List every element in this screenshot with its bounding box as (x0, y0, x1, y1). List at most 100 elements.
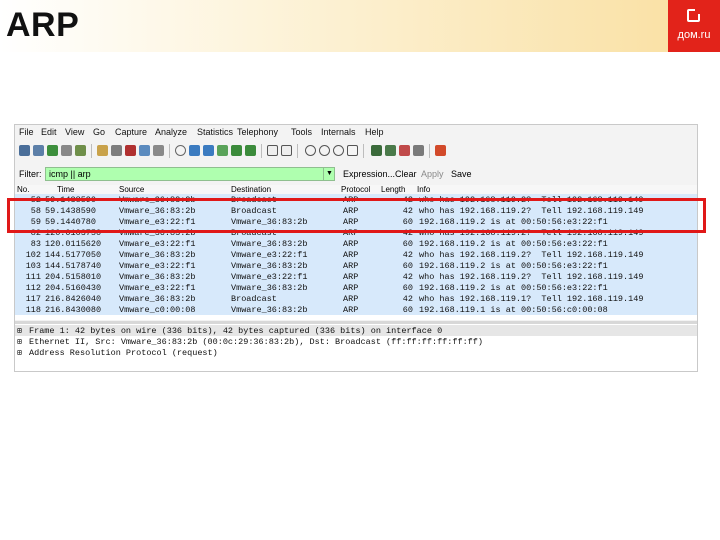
packet-no: 83 (30, 239, 41, 249)
menu-help[interactable]: Help (365, 127, 384, 137)
packet-time: 216.8426040 (45, 294, 102, 304)
apply-button[interactable]: Apply (421, 169, 444, 179)
options-icon[interactable] (33, 145, 44, 156)
menu-view[interactable]: View (65, 127, 84, 137)
packet-protocol: ARP (343, 305, 359, 315)
zoom-in-icon[interactable] (305, 145, 316, 156)
toolbar-separator (261, 144, 262, 158)
zoom-normal-icon[interactable] (333, 145, 344, 156)
stop-capture-icon[interactable] (61, 145, 72, 156)
reload-icon[interactable] (139, 145, 150, 156)
packet-protocol: ARP (343, 250, 359, 260)
expand-icon[interactable]: ⊞ (17, 326, 22, 336)
packet-source: Vmware_e3:22:f1 (119, 261, 196, 271)
menu-go[interactable]: Go (93, 127, 105, 137)
detail-row-ethernet[interactable]: ⊞ Ethernet II, Src: Vmware_36:83:2b (00:… (15, 336, 697, 347)
menu-file[interactable]: File (19, 127, 34, 137)
menu-internals[interactable]: Internals (321, 127, 356, 137)
start-capture-icon[interactable] (47, 145, 58, 156)
column-source[interactable]: Source (119, 185, 144, 194)
zoom-out-icon[interactable] (319, 145, 330, 156)
go-back-icon[interactable] (189, 145, 200, 156)
coloring-rules-icon[interactable] (399, 145, 410, 156)
packet-no: 103 (25, 261, 41, 271)
menu-tools[interactable]: Tools (291, 127, 312, 137)
packet-protocol: ARP (343, 261, 359, 271)
filter-dropdown-arrow-icon[interactable]: ▼ (323, 167, 335, 181)
capture-filters-icon[interactable] (371, 145, 382, 156)
brand-logo: дом.ru (668, 0, 720, 52)
packet-row[interactable]: 112 204.5160430 Vmware_e3:22:f1 Vmware_3… (15, 282, 697, 293)
column-destination[interactable]: Destination (231, 185, 271, 194)
restart-capture-icon[interactable] (75, 145, 86, 156)
toolbar-separator (297, 144, 298, 158)
close-file-icon[interactable] (125, 145, 136, 156)
auto-scroll-icon[interactable] (281, 145, 292, 156)
menu-capture[interactable]: Capture (115, 127, 147, 137)
packet-no: 112 (25, 283, 41, 293)
first-packet-icon[interactable] (231, 145, 242, 156)
menu-statistics[interactable]: Statistics (197, 127, 233, 137)
packet-no: 111 (25, 272, 41, 282)
detail-text: Address Resolution Protocol (request) (29, 348, 218, 358)
packet-time: 144.5178740 (45, 261, 102, 271)
packet-source: Vmware_e3:22:f1 (119, 283, 196, 293)
packet-length: 42 (402, 294, 413, 304)
display-filters-icon[interactable] (385, 145, 396, 156)
packet-time: 204.5158010 (45, 272, 102, 282)
colorize-icon[interactable] (267, 145, 278, 156)
packet-info: who has 192.168.119.2? Tell 192.168.119.… (419, 250, 644, 260)
open-file-icon[interactable] (97, 145, 108, 156)
column-no[interactable]: No. (17, 185, 29, 194)
packet-info: who has 192.168.119.1? Tell 192.168.119.… (419, 294, 644, 304)
column-protocol[interactable]: Protocol (341, 185, 370, 194)
packet-details: ⊞ Frame 1: 42 bytes on wire (336 bits), … (15, 324, 697, 371)
last-packet-icon[interactable] (245, 145, 256, 156)
packet-no: 102 (25, 250, 41, 260)
packet-time: 216.8430080 (45, 305, 102, 315)
packet-source: Vmware_36:83:2b (119, 250, 196, 260)
detail-text: Frame 1: 42 bytes on wire (336 bits), 42… (29, 326, 443, 336)
toolbar-separator (363, 144, 364, 158)
display-filter-input[interactable]: icmp || arp (45, 167, 335, 181)
resize-columns-icon[interactable] (347, 145, 358, 156)
detail-row-arp[interactable]: ⊞ Address Resolution Protocol (request) (15, 347, 697, 358)
packet-row[interactable]: 103 144.5178740 Vmware_e3:22:f1 Vmware_3… (15, 260, 697, 271)
column-time[interactable]: Time (57, 185, 74, 194)
packet-row[interactable]: 102 144.5177050 Vmware_36:83:2b Vmware_e… (15, 249, 697, 260)
find-packet-icon[interactable] (175, 145, 186, 156)
print-icon[interactable] (153, 145, 164, 156)
go-to-packet-icon[interactable] (217, 145, 228, 156)
packet-info: 192.168.119.1 is at 00:50:56:c0:00:08 (419, 305, 608, 315)
packet-protocol: ARP (343, 294, 359, 304)
clear-button[interactable]: Clear (395, 169, 417, 179)
packet-row[interactable]: 117 216.8426040 Vmware_36:83:2b Broadcas… (15, 293, 697, 304)
packet-row[interactable]: 118 216.8430080 Vmware_c0:00:08 Vmware_3… (15, 304, 697, 315)
save-file-icon[interactable] (111, 145, 122, 156)
menu-analyze[interactable]: Analyze (155, 127, 187, 137)
slide-header: ARP дом.ru (0, 0, 720, 52)
slide-title: ARP (6, 6, 80, 44)
packet-row[interactable]: 111 204.5158010 Vmware_36:83:2b Vmware_e… (15, 271, 697, 282)
interfaces-icon[interactable] (19, 145, 30, 156)
expand-icon[interactable]: ⊞ (17, 337, 22, 347)
column-info[interactable]: Info (417, 185, 430, 194)
packet-protocol: ARP (343, 272, 359, 282)
packet-length: 42 (402, 250, 413, 260)
expand-icon[interactable]: ⊞ (17, 348, 22, 358)
packet-source: Vmware_c0:00:08 (119, 305, 196, 315)
packet-row[interactable]: 83 120.0115620 Vmware_e3:22:f1 Vmware_36… (15, 238, 697, 249)
packet-destination: Vmware_36:83:2b (231, 305, 308, 315)
menu-edit[interactable]: Edit (41, 127, 57, 137)
packet-no: 117 (25, 294, 41, 304)
menu-telephony[interactable]: Telephony (237, 127, 278, 137)
packet-source: Vmware_36:83:2b (119, 294, 196, 304)
column-length[interactable]: Length (381, 185, 405, 194)
help-icon[interactable] (435, 145, 446, 156)
detail-row-frame[interactable]: ⊞ Frame 1: 42 bytes on wire (336 bits), … (15, 325, 697, 336)
save-filter-button[interactable]: Save (451, 169, 472, 179)
go-forward-icon[interactable] (203, 145, 214, 156)
expression-button[interactable]: Expression... (343, 169, 395, 179)
toolbar-separator (429, 144, 430, 158)
preferences-icon[interactable] (413, 145, 424, 156)
